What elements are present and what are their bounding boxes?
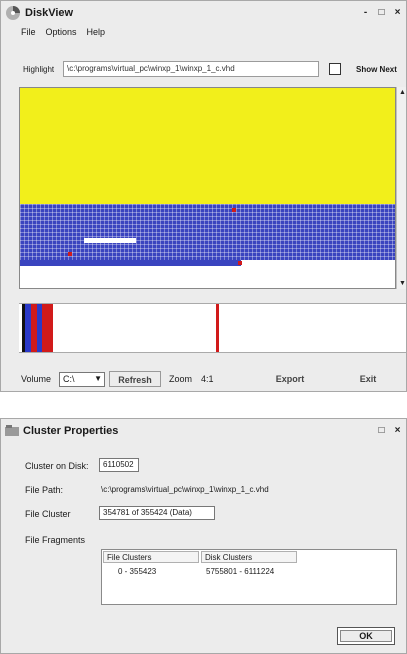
cluster-window-controls: □ × [375, 424, 404, 437]
fragment-file-clusters: 0 - 355423 [118, 567, 157, 576]
file-cluster-label: File Cluster [25, 509, 71, 519]
diskview-controls: Volume C:\ ▼ Refresh Zoom 4:1 Export Exi… [1, 369, 406, 391]
fragment-disk-clusters: 5755801 - 6111224 [206, 567, 275, 576]
map-vertical-scrollbar[interactable]: ▲ ▼ [396, 87, 406, 289]
diskview-app-icon [5, 5, 21, 21]
volume-select[interactable]: C:\ ▼ [59, 372, 105, 387]
cluster-titlebar[interactable]: Cluster Properties □ × [1, 419, 406, 443]
zoom-value[interactable]: 4:1 [201, 374, 214, 384]
highlight-input[interactable]: \c:\programs\virtual_pc\winxp_1\winxp_1_… [63, 61, 319, 77]
column-header-file-clusters[interactable]: File Clusters [103, 551, 199, 563]
cluster-properties-window: Cluster Properties □ × Cluster on Disk: … [0, 418, 407, 654]
map-red-cluster [68, 252, 72, 256]
scroll-down-icon[interactable]: ▼ [397, 278, 406, 289]
maximize-button[interactable]: □ [375, 424, 388, 437]
file-fragments-table[interactable]: File Clusters Disk Clusters 0 - 355423 5… [101, 549, 397, 605]
map-red-cluster [238, 261, 242, 265]
diskview-title: DiskView [25, 7, 74, 19]
highlight-row: Highlight \c:\programs\virtual_pc\winxp_… [1, 59, 406, 81]
minimize-button[interactable]: - [359, 6, 372, 19]
export-button[interactable]: Export [267, 371, 313, 387]
disk-cluster-map[interactable] [19, 87, 396, 289]
volume-select-value: C:\ [63, 374, 75, 384]
maximize-button[interactable]: □ [375, 6, 388, 19]
show-next-button[interactable]: Show Next [356, 65, 397, 74]
diskview-window-controls: - □ × [359, 6, 404, 19]
menu-file[interactable]: File [21, 27, 36, 37]
diskview-titlebar[interactable]: DiskView - □ × [1, 1, 406, 25]
volume-label: Volume [21, 374, 52, 384]
menu-help[interactable]: Help [87, 27, 106, 37]
file-fragments-label: File Fragments [25, 535, 86, 545]
cluster-app-icon [5, 425, 19, 437]
ok-button[interactable]: OK [337, 627, 395, 645]
strip-fragment-red [42, 304, 53, 352]
map-blue-region [20, 204, 395, 260]
diskview-window: DiskView - □ × File Options Help Highlig… [0, 0, 407, 392]
close-button[interactable]: × [391, 6, 404, 19]
cluster-on-disk-value[interactable]: 6110502 [99, 458, 139, 472]
file-path-label: File Path: [25, 485, 64, 495]
map-highlight-bar [84, 238, 136, 243]
strip-fragment-red [216, 304, 219, 352]
exit-button[interactable]: Exit [345, 371, 391, 387]
scroll-up-icon[interactable]: ▲ [397, 87, 406, 98]
cluster-title: Cluster Properties [23, 425, 119, 437]
volume-overview-strip[interactable] [19, 303, 406, 353]
file-path-value: \c:\programs\virtual_pc\winxp_1\winxp_1_… [101, 485, 269, 494]
refresh-button[interactable]: Refresh [109, 371, 161, 387]
highlight-label: Highlight [23, 65, 55, 74]
file-cluster-value[interactable]: 354781 of 355424 (Data) [99, 506, 215, 520]
cluster-on-disk-label: Cluster on Disk: [25, 461, 89, 471]
menu-options[interactable]: Options [46, 27, 77, 37]
zoom-label: Zoom [169, 374, 193, 384]
column-header-disk-clusters[interactable]: Disk Clusters [201, 551, 297, 563]
diskview-menubar: File Options Help [1, 25, 406, 39]
map-red-cluster [232, 208, 236, 212]
map-blue-region-tail [20, 260, 241, 266]
map-yellow-region [20, 88, 395, 204]
highlight-checkbox[interactable] [329, 63, 341, 75]
chevron-down-icon: ▼ [94, 374, 102, 383]
close-button[interactable]: × [391, 424, 404, 437]
